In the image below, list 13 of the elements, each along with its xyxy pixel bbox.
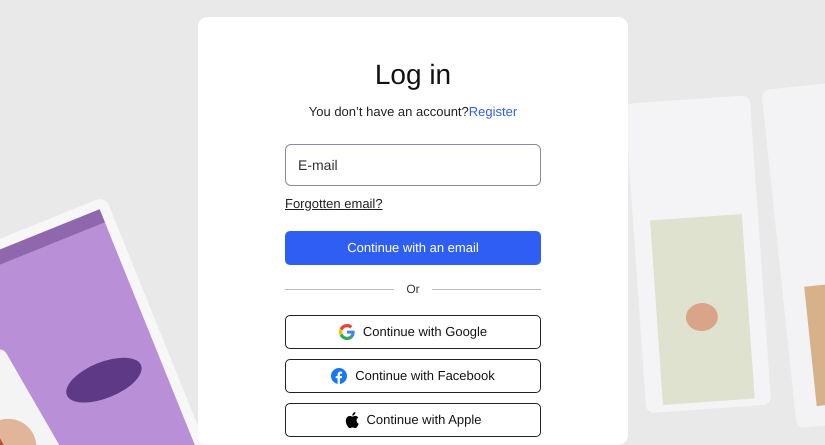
social-login-button[interactable]: Continue with Facebook [285, 359, 541, 393]
social-login-button[interactable]: Continue with Google [285, 315, 541, 349]
login-title: Log in [374, 58, 452, 92]
continue-email-button[interactable]: Continue with an email [285, 231, 541, 265]
divider-text: Or [406, 281, 420, 298]
apple-logo-icon [344, 412, 359, 428]
social-login-button[interactable]: Continue with Apple [285, 403, 541, 437]
google-logo-icon [338, 324, 355, 340]
email-field[interactable]: E-mail [285, 144, 541, 186]
register-link[interactable]: Register [468, 102, 518, 122]
facebook-logo-icon [331, 368, 348, 384]
signup-prompt: You don’t have an account? [308, 103, 469, 121]
forgotten-email-link[interactable]: Forgotten email? [285, 194, 383, 213]
